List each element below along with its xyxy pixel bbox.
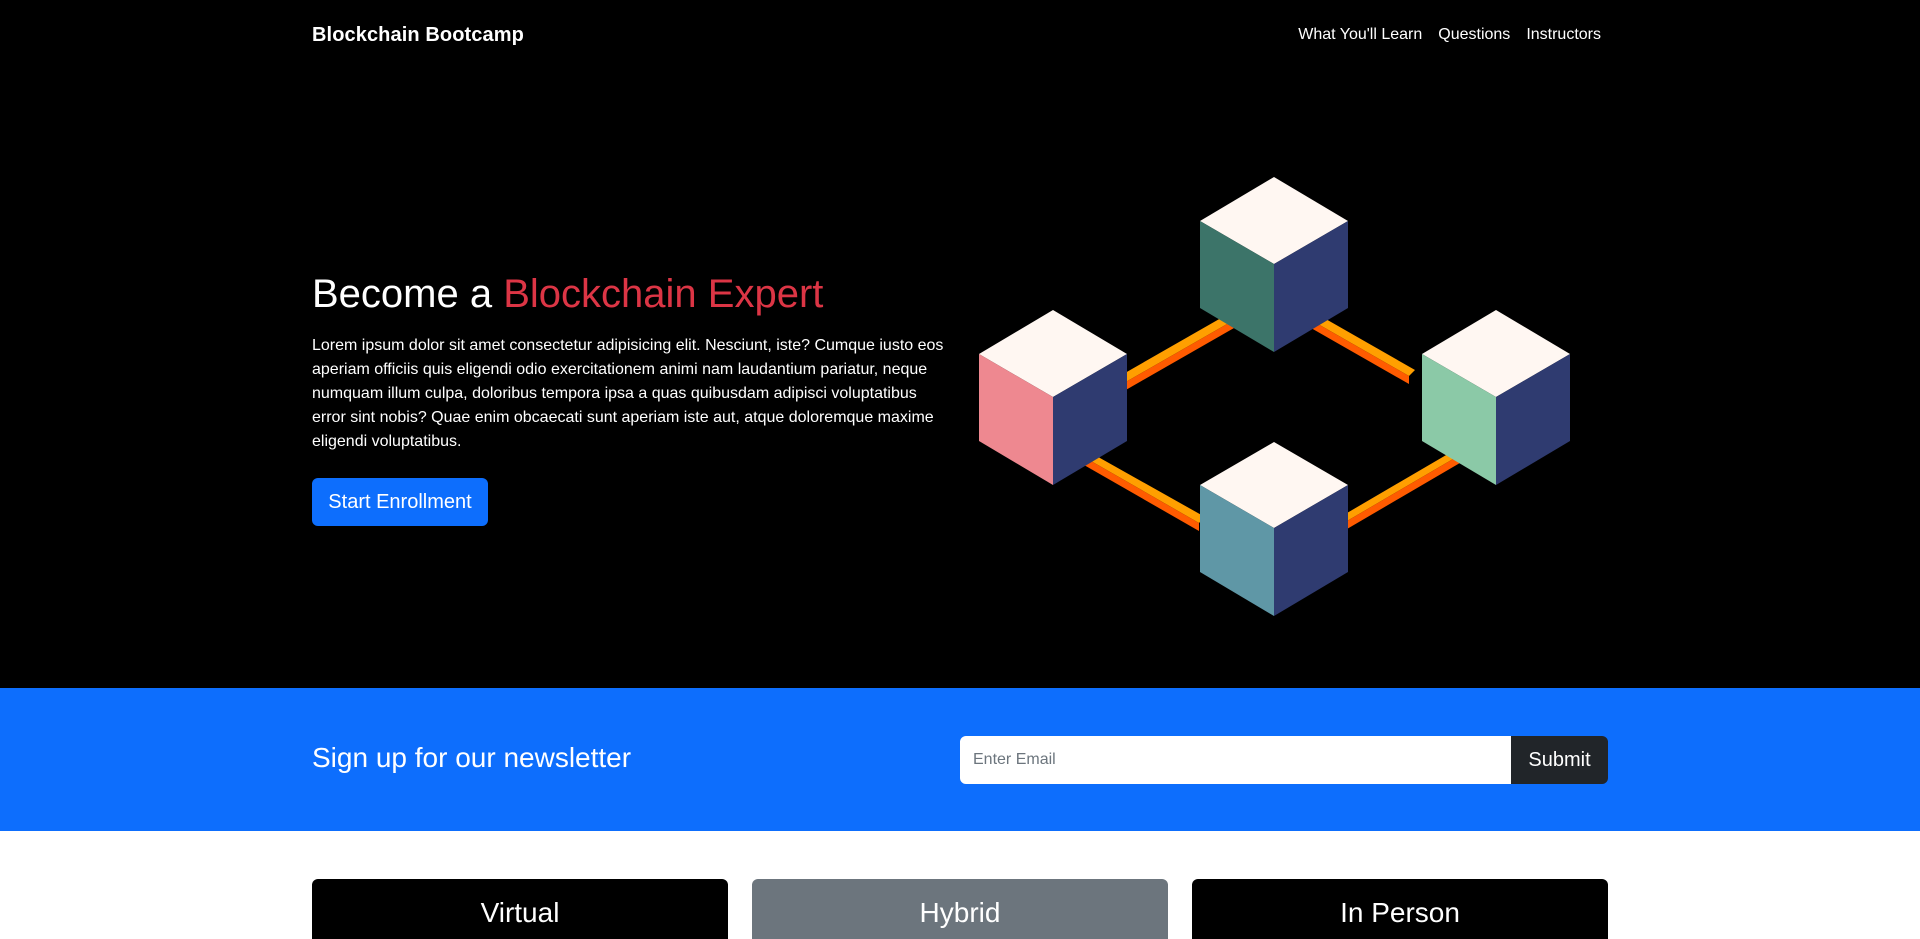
hero-description: Lorem ipsum dolor sit amet consectetur a… bbox=[312, 337, 944, 450]
nav-links: What You'll Learn Questions Instructors bbox=[1298, 26, 1601, 44]
navbar: Blockchain Bootcamp What You'll Learn Qu… bbox=[0, 0, 1920, 74]
cube-left bbox=[979, 310, 1127, 485]
blockchain-cubes-illustration bbox=[979, 177, 1570, 616]
nav-link-what-youll-learn[interactable]: What You'll Learn bbox=[1298, 26, 1422, 44]
card-title: In Person bbox=[1340, 897, 1460, 928]
newsletter-title: Sign up for our newsletter bbox=[312, 742, 632, 773]
start-enrollment-button[interactable]: Start Enrollment bbox=[312, 478, 488, 526]
brand-logo[interactable]: Blockchain Bootcamp bbox=[312, 24, 524, 47]
submit-button[interactable]: Submit bbox=[1511, 736, 1608, 784]
card-title: Virtual bbox=[480, 897, 560, 928]
hero-section: Become a Blockchain Expert Lorem ipsum d… bbox=[0, 74, 1920, 688]
nav-link-instructors[interactable]: Instructors bbox=[1526, 26, 1601, 44]
newsletter-form: Submit bbox=[960, 736, 1608, 784]
nav-link-questions[interactable]: Questions bbox=[1438, 26, 1510, 44]
hero-title-accent: Blockchain Expert bbox=[503, 272, 824, 316]
card-hybrid[interactable]: Hybrid bbox=[752, 879, 1168, 939]
hero-title: Become a Blockchain Expert bbox=[312, 272, 823, 317]
card-virtual[interactable]: Virtual bbox=[312, 879, 728, 939]
cube-bottom bbox=[1200, 442, 1348, 616]
card-title: Hybrid bbox=[919, 897, 1001, 928]
newsletter-section: Sign up for our newsletter Submit bbox=[0, 688, 1920, 831]
hero-title-prefix: Become a bbox=[312, 272, 504, 316]
format-cards: Virtual Hybrid In Person bbox=[312, 879, 1608, 939]
email-input[interactable] bbox=[960, 736, 1511, 784]
card-in-person[interactable]: In Person bbox=[1192, 879, 1608, 939]
